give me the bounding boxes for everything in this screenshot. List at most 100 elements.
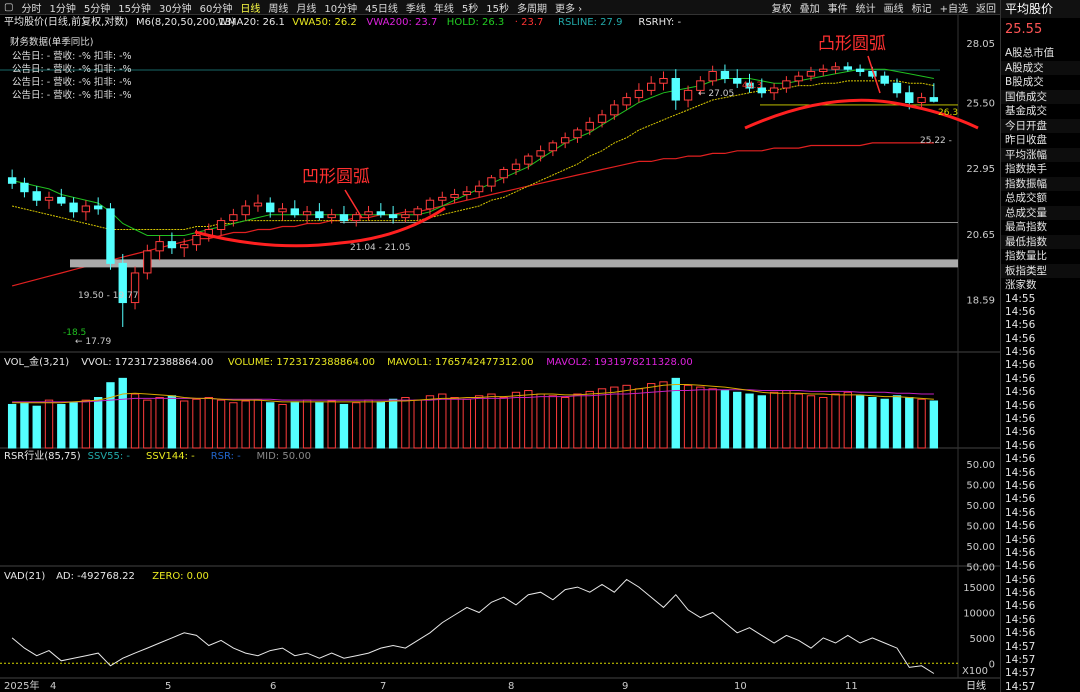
candle-body [585, 121, 594, 131]
candle-body [413, 208, 422, 216]
sidebar-field[interactable]: 指数换手 [1001, 162, 1080, 177]
convex-arc-label: 凸形圆弧 [818, 34, 886, 54]
sidebar-field[interactable]: 指数振幅 [1001, 176, 1080, 191]
right-price-label: 26.3 [938, 108, 958, 118]
sidebar-field[interactable]: 基金成交 [1001, 104, 1080, 119]
sidebar-field[interactable]: 平均涨幅 [1001, 147, 1080, 162]
sidebar-field[interactable]: A股总市值 [1001, 46, 1080, 61]
sidebar-field[interactable]: 总成交额 [1001, 191, 1080, 206]
candle-body [266, 202, 275, 213]
volume-bar [855, 395, 865, 449]
tick-time: 14:56 [1005, 372, 1036, 385]
sidebar-field[interactable]: 板指类型 [1001, 263, 1080, 278]
x-month-label: 9 [622, 681, 628, 692]
candle-body [7, 177, 17, 184]
candle-body [892, 82, 902, 94]
volume-bar [167, 395, 177, 449]
sidebar-field[interactable]: 昨日收盘 [1001, 133, 1080, 148]
volume-bar [745, 393, 754, 449]
candle-body [253, 202, 263, 207]
candle-body [450, 194, 459, 198]
finance-row: 公告日: - 营收: -% 扣非: -% [12, 50, 132, 62]
candle-body [683, 89, 693, 101]
range-label: 19.50 - 19.77 [78, 291, 139, 301]
main-legend-item: · 23.7 [515, 17, 544, 28]
sidebar-field[interactable]: 涨家数 [1001, 278, 1080, 293]
sidebar-field[interactable]: 今日开盘 [1001, 118, 1080, 133]
volume-bar [204, 397, 213, 449]
sidebar-field[interactable]: B股成交 [1001, 75, 1080, 90]
chart-canvas[interactable]: 28.0525.5022.9520.6518.59凹形圆弧凸形圆弧-18.5← … [0, 0, 1000, 692]
ma50-line [11, 80, 934, 230]
vad-tick-label: 0 [989, 659, 995, 670]
volume-bar [733, 391, 742, 449]
volume-bar [7, 403, 17, 449]
volume-bar [241, 400, 250, 449]
tick-time: 14:56 [1005, 399, 1036, 412]
volume-bar [278, 403, 287, 449]
candle-body [806, 70, 816, 77]
tick-time: 14:56 [1005, 506, 1036, 519]
candle-body [229, 214, 238, 222]
volume-bar [782, 390, 791, 449]
tick-time: 14:56 [1005, 479, 1036, 492]
tick-time: 14:56 [1005, 319, 1036, 332]
finance-row: 公告日: - 营收: -% 扣非: -% [12, 76, 132, 88]
sidebar-field[interactable]: 最高指数 [1001, 220, 1080, 235]
quote-sidebar: 平均股价 25.55 A股总市值 A股成交 B股成交 国债成交 基金成交 今日开盘 昨日收盘… [1000, 0, 1080, 692]
candle-body [57, 196, 66, 204]
finance-row: 公告日: - 营收: -% 扣非: -% [12, 89, 132, 101]
candle-body [388, 214, 398, 219]
volume-bar [794, 393, 803, 449]
tick-time: 14:56 [1005, 573, 1036, 586]
candle-body [93, 205, 103, 210]
volume-bar [548, 395, 558, 449]
vol-legend-item: MAVOL1: 1765742477312.00 [387, 357, 533, 368]
sidebar-field[interactable]: 最低指数 [1001, 234, 1080, 249]
volume-bar [560, 397, 570, 449]
volume-bar [511, 391, 521, 449]
vol-legend-item: MAVOL2: 1931978211328.00 [546, 357, 692, 368]
vad-legend-item: AD: -492768.22 [56, 571, 135, 582]
tick-time: 14:56 [1005, 439, 1036, 452]
sidebar-field[interactable]: 总成交量 [1001, 205, 1080, 220]
candle-body [708, 70, 717, 82]
volume-bar [868, 397, 877, 449]
vol-legend-item: VOL_金(3,21) [4, 355, 69, 368]
volume-bar [290, 401, 299, 449]
candle-body [32, 191, 41, 201]
finance-row: 公告日: - 营收: -% 扣非: -% [12, 63, 132, 75]
x-month-label: 7 [380, 681, 386, 692]
volume-bar [216, 399, 226, 449]
right-low-label: 25.22 - [920, 136, 952, 146]
volume-bar [413, 399, 422, 449]
volume-bar [93, 397, 103, 449]
rsr-legend-item: RSR行业(85,75) [4, 449, 81, 462]
volume-bar [843, 391, 853, 449]
candle-body [474, 185, 484, 193]
tick-time: 14:55 [1005, 292, 1036, 305]
price-tick-label: 25.50 [966, 98, 995, 109]
candle-body [720, 70, 730, 79]
candle-body [302, 211, 312, 216]
sidebar-field[interactable]: 指数量比 [1001, 249, 1080, 264]
rsr-tick-label: 50.00 [966, 563, 995, 574]
sidebar-field[interactable]: 国债成交 [1001, 89, 1080, 104]
volume-bar [388, 398, 398, 449]
volume-bar [253, 399, 263, 449]
volume-bar [69, 402, 78, 449]
volume-bar [302, 399, 312, 449]
x-month-label: 5 [165, 681, 171, 692]
candle-body [671, 77, 680, 101]
candle-body [44, 196, 54, 201]
candle-body [511, 163, 521, 171]
tick-time: 14:56 [1005, 627, 1036, 640]
candle-body [524, 155, 533, 165]
volume-bar [57, 403, 66, 449]
x-month-label: 6 [270, 681, 276, 692]
sidebar-price: 25.55 [1005, 22, 1043, 37]
volume-bar [819, 397, 828, 449]
sidebar-field[interactable]: A股成交 [1001, 60, 1080, 75]
tick-time: 14:56 [1005, 305, 1036, 318]
candle-body [769, 87, 779, 94]
